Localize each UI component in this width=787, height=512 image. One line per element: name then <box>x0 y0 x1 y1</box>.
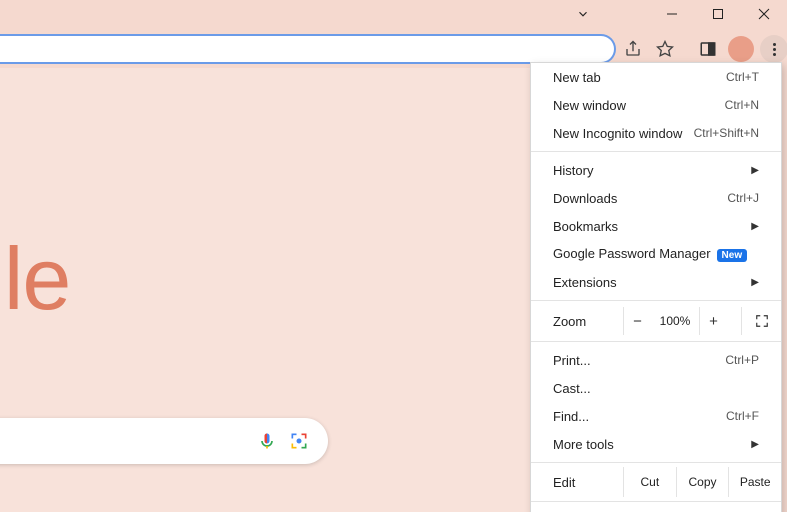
menu-shortcut: Ctrl+N <box>725 98 759 112</box>
voice-search-icon[interactable] <box>254 428 280 454</box>
zoom-label: Zoom <box>553 314 623 329</box>
edit-paste-button[interactable]: Paste <box>728 467 781 497</box>
google-logo: oogle <box>0 228 70 330</box>
menu-item-more-tools[interactable]: More tools ▶ <box>531 430 781 458</box>
app-menu: New tab Ctrl+T New window Ctrl+N New Inc… <box>530 62 782 512</box>
address-bar-actions <box>620 34 678 64</box>
menu-label: More tools <box>553 437 751 452</box>
menu-separator <box>531 501 781 502</box>
menu-separator <box>531 341 781 342</box>
submenu-arrow-icon: ▶ <box>751 221 759 232</box>
close-button[interactable] <box>741 0 787 28</box>
edit-copy-button[interactable]: Copy <box>676 467 729 497</box>
minimize-button[interactable] <box>649 0 695 28</box>
menu-item-edit: Edit Cut Copy Paste <box>531 467 781 497</box>
address-bar[interactable] <box>0 34 616 64</box>
menu-shortcut: Ctrl+Shift+N <box>694 126 759 140</box>
menu-item-password-manager[interactable]: Google Password ManagerNew <box>531 240 781 268</box>
menu-item-extensions[interactable]: Extensions ▶ <box>531 268 781 296</box>
menu-item-find[interactable]: Find... Ctrl+F <box>531 402 781 430</box>
menu-shortcut: Ctrl+P <box>725 353 759 367</box>
menu-item-bookmarks[interactable]: Bookmarks ▶ <box>531 212 781 240</box>
side-panel-icon[interactable] <box>694 35 722 63</box>
menu-label: Extensions <box>553 275 751 290</box>
menu-label: Print... <box>553 353 725 368</box>
new-badge: New <box>717 249 748 262</box>
tab-search-chevron[interactable] <box>563 0 603 28</box>
zoom-in-button[interactable]: + <box>699 307 727 335</box>
window-controls <box>649 0 787 28</box>
menu-label: New window <box>553 98 725 113</box>
menu-separator <box>531 462 781 463</box>
fullscreen-button[interactable] <box>741 307 781 335</box>
app-menu-button[interactable] <box>760 35 787 63</box>
submenu-arrow-icon: ▶ <box>751 439 759 450</box>
share-icon[interactable] <box>620 36 646 62</box>
lens-search-icon[interactable] <box>286 428 312 454</box>
bookmark-star-icon[interactable] <box>652 36 678 62</box>
menu-label: Downloads <box>553 191 727 206</box>
maximize-button[interactable] <box>695 0 741 28</box>
search-box[interactable]: URL <box>0 418 328 464</box>
edit-label: Edit <box>553 475 623 490</box>
menu-label: New tab <box>553 70 726 85</box>
menu-item-new-window[interactable]: New window Ctrl+N <box>531 91 781 119</box>
toolbar-right <box>694 34 787 64</box>
menu-label: History <box>553 163 751 178</box>
menu-item-history[interactable]: History ▶ <box>531 156 781 184</box>
profile-avatar[interactable] <box>728 36 754 62</box>
menu-item-new-tab[interactable]: New tab Ctrl+T <box>531 63 781 91</box>
menu-label: Find... <box>553 409 726 424</box>
menu-label: Bookmarks <box>553 219 751 234</box>
submenu-arrow-icon: ▶ <box>751 165 759 176</box>
menu-label: New Incognito window <box>553 126 694 141</box>
menu-shortcut: Ctrl+T <box>726 70 759 84</box>
kebab-icon <box>773 43 776 56</box>
new-tab-page: oogle URL <box>0 68 530 512</box>
zoom-value: 100% <box>651 314 699 328</box>
menu-separator <box>531 300 781 301</box>
menu-label: Cast... <box>553 381 759 396</box>
menu-separator <box>531 151 781 152</box>
submenu-arrow-icon: ▶ <box>751 277 759 288</box>
menu-shortcut: Ctrl+F <box>726 409 759 423</box>
menu-label: Google Password ManagerNew <box>553 246 759 262</box>
search-placeholder: URL <box>0 433 248 450</box>
menu-item-downloads[interactable]: Downloads Ctrl+J <box>531 184 781 212</box>
menu-item-settings[interactable]: Settings <box>531 506 781 512</box>
edit-cut-button[interactable]: Cut <box>623 467 676 497</box>
menu-shortcut: Ctrl+J <box>727 191 759 205</box>
menu-item-print[interactable]: Print... Ctrl+P <box>531 346 781 374</box>
menu-item-zoom: Zoom − 100% + <box>531 305 781 337</box>
zoom-out-button[interactable]: − <box>623 307 651 335</box>
menu-item-new-incognito[interactable]: New Incognito window Ctrl+Shift+N <box>531 119 781 147</box>
menu-item-cast[interactable]: Cast... <box>531 374 781 402</box>
